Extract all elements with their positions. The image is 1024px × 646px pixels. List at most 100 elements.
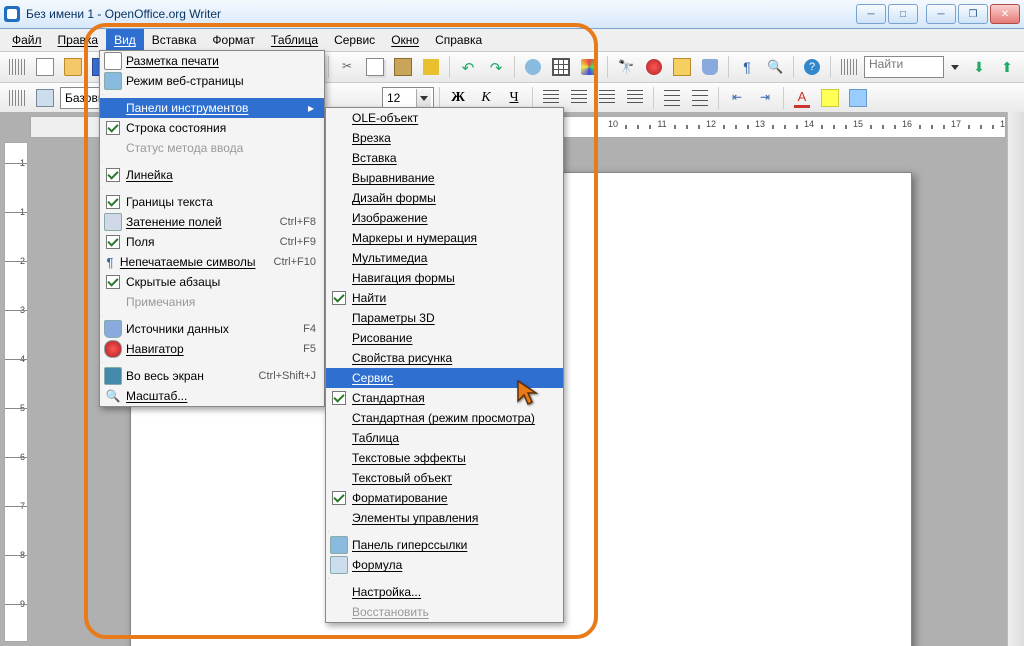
- toolbars-item[interactable]: Формула: [326, 555, 563, 575]
- toolbars-item[interactable]: Выравнивание: [326, 168, 563, 188]
- paste-button[interactable]: [390, 54, 416, 80]
- toolbars-item[interactable]: Стандартная: [326, 388, 563, 408]
- menu-fullscreen[interactable]: Во весь экранCtrl+Shift+J: [100, 366, 324, 386]
- toolbars-item[interactable]: Форматирование: [326, 488, 563, 508]
- redo-button[interactable]: ↷: [483, 54, 509, 80]
- menu-ime-status: Статус метода ввода: [100, 138, 324, 158]
- new-doc-button[interactable]: [32, 54, 58, 80]
- nonprinting-button[interactable]: ¶: [734, 54, 760, 80]
- toolbars-item[interactable]: Мультимедиа: [326, 248, 563, 268]
- styles-button[interactable]: [32, 85, 58, 111]
- cut-button[interactable]: ✂: [334, 54, 360, 80]
- fontsize-value: 12: [387, 91, 400, 105]
- align-justify-button[interactable]: [622, 85, 648, 111]
- find-next-button[interactable]: ⬇: [966, 54, 992, 80]
- toolbars-item-label: Текстовый объект: [352, 471, 555, 485]
- drawing-button[interactable]: [576, 54, 602, 80]
- vertical-scrollbar[interactable]: [1007, 112, 1024, 646]
- find-input[interactable]: Найти: [864, 56, 944, 78]
- vertical-ruler[interactable]: 112345678910: [4, 142, 28, 642]
- grip-icon[interactable]: [4, 85, 30, 111]
- menu-text-bounds[interactable]: Границы текста: [100, 192, 324, 212]
- grip2-icon[interactable]: [836, 54, 862, 80]
- highlight-button[interactable]: [817, 85, 843, 111]
- menu-datasources[interactable]: Источники данныхF4: [100, 319, 324, 339]
- find-dropdown[interactable]: [946, 54, 964, 80]
- restore-button[interactable]: ❐: [958, 4, 988, 24]
- menu-window[interactable]: Окно: [383, 29, 427, 51]
- font-color-button[interactable]: A: [789, 85, 815, 111]
- align-center-button[interactable]: [566, 85, 592, 111]
- bgcolor-button[interactable]: [845, 85, 871, 111]
- toolbars-item[interactable]: Навигация формы: [326, 268, 563, 288]
- toolbars-item[interactable]: Текстовый объект: [326, 468, 563, 488]
- menu-view[interactable]: Вид: [106, 29, 144, 51]
- toolbars-item[interactable]: Найти: [326, 288, 563, 308]
- toolbars-item[interactable]: Сервис: [326, 368, 563, 388]
- toolbars-item[interactable]: Элементы управления: [326, 508, 563, 528]
- menu-formatting-marks[interactable]: ¶Непечатаемые символыCtrl+F10: [100, 252, 324, 272]
- menu-web-layout[interactable]: Режим веб-страницы: [100, 71, 324, 91]
- separator: [102, 94, 103, 95]
- menu-hidden-para[interactable]: Скрытые абзацы: [100, 272, 324, 292]
- zoom-button[interactable]: 🔍: [762, 54, 788, 80]
- menu-edit[interactable]: Правка: [50, 29, 107, 51]
- menu-table[interactable]: Таблица: [263, 29, 326, 51]
- copy-button[interactable]: [362, 54, 388, 80]
- open-button[interactable]: [60, 54, 86, 80]
- toolbars-item-label: Элементы управления: [352, 511, 555, 525]
- toolbars-item[interactable]: Врезка: [326, 128, 563, 148]
- separator: [783, 87, 784, 109]
- gallery-button[interactable]: [669, 54, 695, 80]
- menu-ruler[interactable]: Линейка: [100, 165, 324, 185]
- menu-navigator[interactable]: НавигаторF5: [100, 339, 324, 359]
- separator: [328, 531, 329, 532]
- toolbars-item[interactable]: Параметры 3D: [326, 308, 563, 328]
- menu-zoom[interactable]: 🔍Масштаб...: [100, 386, 324, 406]
- close-button[interactable]: ✕: [990, 4, 1020, 24]
- menu-service[interactable]: Сервис: [326, 29, 383, 51]
- menu-format[interactable]: Формат: [204, 29, 263, 51]
- toolbars-item[interactable]: Таблица: [326, 428, 563, 448]
- toolbars-item[interactable]: OLE-объект: [326, 108, 563, 128]
- toolbars-item[interactable]: Панель гиперссылки: [326, 535, 563, 555]
- increase-indent-button[interactable]: ⇥: [752, 85, 778, 111]
- datasources-button[interactable]: [697, 54, 723, 80]
- toolbars-item[interactable]: Вставка: [326, 148, 563, 168]
- numbering-button[interactable]: [659, 85, 685, 111]
- minimize2-button[interactable]: ─: [926, 4, 956, 24]
- decrease-indent-button[interactable]: ⇤: [724, 85, 750, 111]
- maximize-button[interactable]: □: [888, 4, 918, 24]
- toolbars-item[interactable]: Дизайн формы: [326, 188, 563, 208]
- menu-field-shading[interactable]: Затенение полейCtrl+F8: [100, 212, 324, 232]
- toolbars-item[interactable]: Настройка...: [326, 582, 563, 602]
- hyperlink-button[interactable]: [520, 54, 546, 80]
- toolbars-item-label: Рисование: [352, 331, 555, 345]
- toolbars-item[interactable]: Изображение: [326, 208, 563, 228]
- bullets-button[interactable]: [687, 85, 713, 111]
- find-prev-button[interactable]: ⬆: [994, 54, 1020, 80]
- menu-statusbar[interactable]: Строка состояния: [100, 118, 324, 138]
- align-right-button[interactable]: [594, 85, 620, 111]
- toolbars-item[interactable]: Свойства рисунка: [326, 348, 563, 368]
- fontsize-combo[interactable]: 12: [382, 87, 434, 109]
- toolbars-item[interactable]: Текстовые эффекты: [326, 448, 563, 468]
- grip-icon[interactable]: [4, 54, 30, 80]
- toolbars-item[interactable]: Рисование: [326, 328, 563, 348]
- minimize-button[interactable]: ─: [856, 4, 886, 24]
- find-button[interactable]: 🔭: [613, 54, 639, 80]
- help-button[interactable]: ?: [799, 54, 825, 80]
- table-button[interactable]: [548, 54, 574, 80]
- menu-insert[interactable]: Вставка: [144, 29, 205, 51]
- menu-help[interactable]: Справка: [427, 29, 490, 51]
- menu-fields[interactable]: ПоляCtrl+F9: [100, 232, 324, 252]
- menu-file[interactable]: Файл: [4, 29, 50, 51]
- format-paint-button[interactable]: [418, 54, 444, 80]
- toolbars-item[interactable]: Маркеры и нумерация: [326, 228, 563, 248]
- menu-print-layout[interactable]: Разметка печати: [100, 51, 324, 71]
- undo-button[interactable]: ↶: [455, 54, 481, 80]
- toolbars-item[interactable]: Стандартная (режим просмотра): [326, 408, 563, 428]
- toolbars-item-label: Врезка: [352, 131, 555, 145]
- menu-toolbars[interactable]: Панели инструментов▸: [100, 98, 324, 118]
- navigator-button[interactable]: [641, 54, 667, 80]
